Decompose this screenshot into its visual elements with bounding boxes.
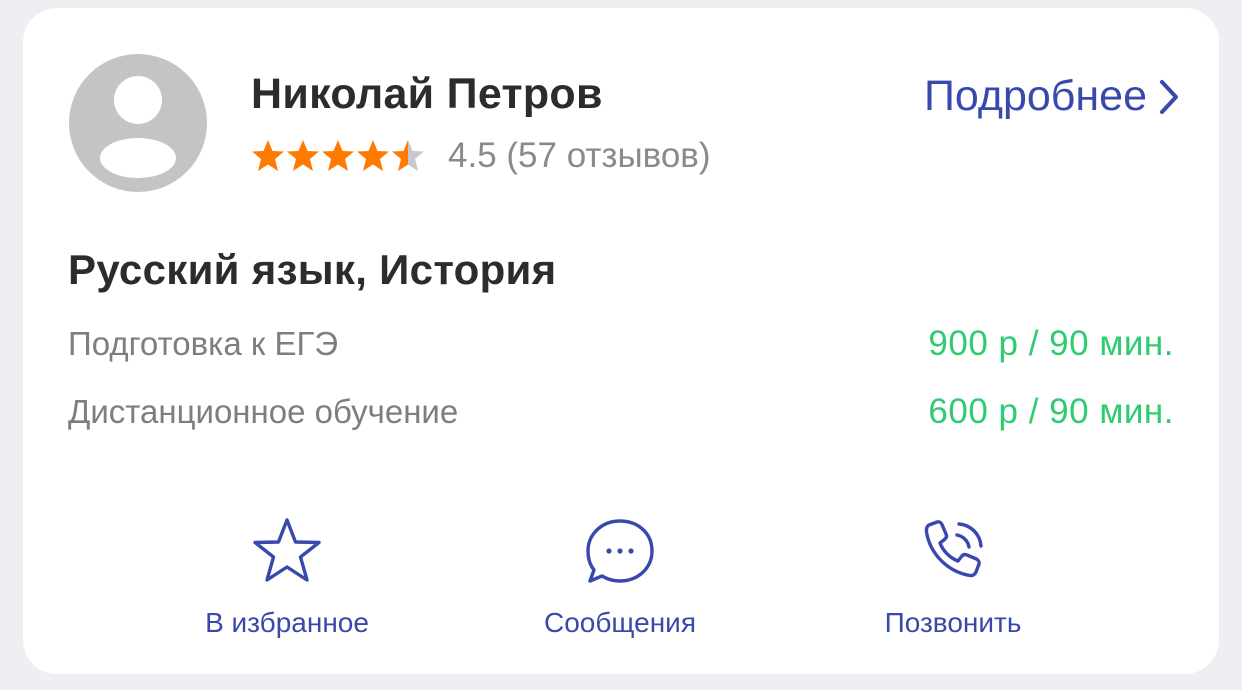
service-row: Подготовка к ЕГЭ 900 р / 90 мин.: [68, 322, 1174, 366]
rating-star-icon: [322, 140, 354, 171]
tutor-card: Николай Петров 4.5 (57 отзывов) Подробне…: [23, 8, 1219, 674]
rating-text: 4.5 (57 отзывов): [448, 136, 711, 175]
call-button-label: Позвонить: [884, 607, 1022, 638]
chevron-right-icon: [1160, 79, 1178, 114]
service-name: Дистанционное обучение: [68, 393, 459, 430]
favorite-button[interactable]: В избранное: [157, 513, 417, 643]
rating-star-icon: [252, 140, 284, 171]
service-price: 900 р / 90 мин.: [928, 324, 1174, 363]
rating-star-icon: [392, 140, 424, 171]
service-name: Подготовка к ЕГЭ: [68, 325, 339, 362]
details-link[interactable]: Подробнее: [924, 72, 1179, 121]
rating-star-icon: [287, 140, 319, 171]
phone-ringing-icon: [924, 520, 983, 578]
star-outline-icon: [253, 518, 321, 582]
messages-button-label: Сообщения: [544, 607, 696, 638]
star-rating: [251, 139, 426, 173]
tutor-name: Николай Петров: [251, 70, 603, 118]
favorite-button-label: В избранное: [205, 607, 369, 638]
avatar: [69, 54, 207, 192]
service-price: 600 р / 90 мин.: [928, 392, 1174, 431]
messages-button[interactable]: Сообщения: [490, 513, 750, 643]
rating-star-icon: [357, 140, 389, 171]
person-placeholder-icon: [100, 76, 176, 178]
call-button[interactable]: Позвонить: [823, 513, 1083, 643]
details-link-label: Подробнее: [924, 72, 1147, 120]
service-row: Дистанционное обучение 600 р / 90 мин.: [68, 390, 1174, 434]
subjects-title: Русский язык, История: [68, 246, 557, 293]
chat-bubble-icon: [586, 519, 654, 583]
rating-row: 4.5 (57 отзывов): [251, 134, 711, 178]
